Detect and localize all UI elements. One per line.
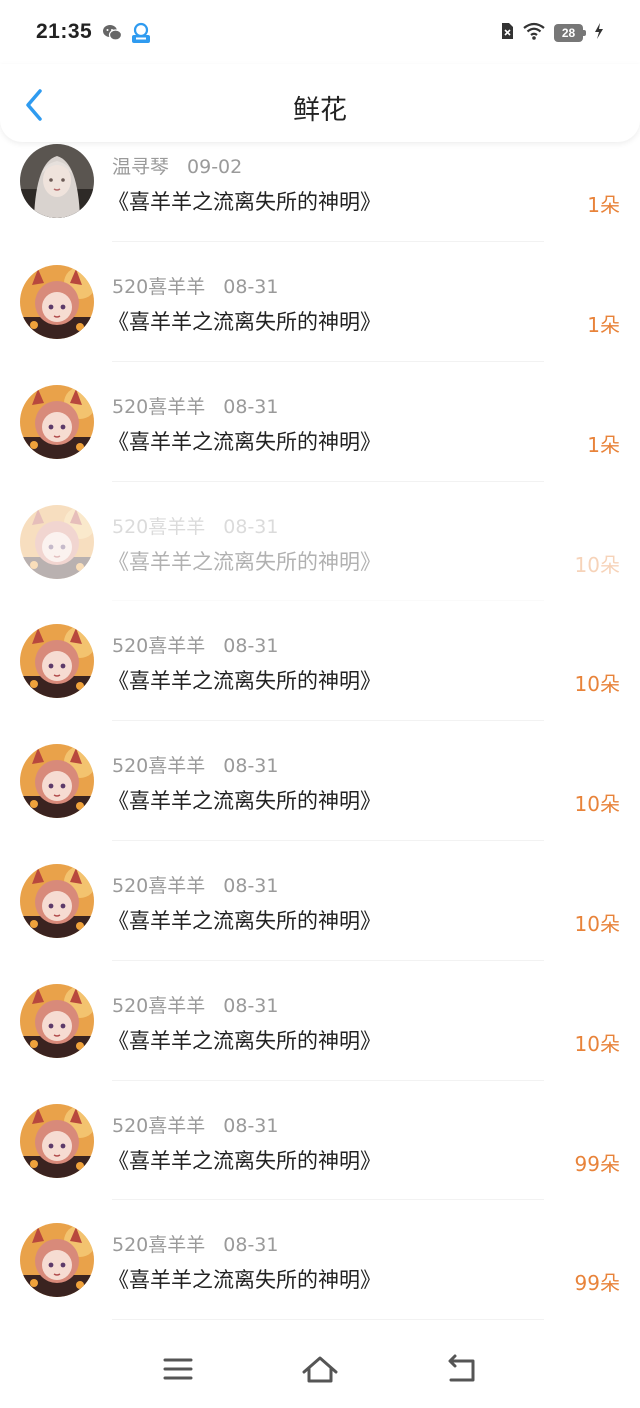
date: 09-02 bbox=[187, 156, 243, 178]
list-item[interactable]: 520喜羊羊 08-31 《喜羊羊之流离失所的神明》 10朵 bbox=[0, 601, 640, 721]
date: 08-31 bbox=[223, 1114, 279, 1137]
username: 温寻琴 bbox=[112, 156, 170, 178]
flower-amount: 1朵 bbox=[587, 432, 620, 457]
username: 520喜羊羊 bbox=[112, 635, 206, 658]
flower-amount: 99朵 bbox=[574, 1151, 620, 1176]
flower-amount: 10朵 bbox=[574, 911, 620, 936]
book-title: 《喜羊羊之流离失所的神明》 bbox=[108, 429, 381, 454]
avatar[interactable] bbox=[20, 265, 94, 339]
system-nav-bar bbox=[0, 1340, 640, 1408]
battery-level: 28 bbox=[554, 24, 583, 42]
back-nav-button[interactable] bbox=[442, 1352, 482, 1386]
list-item[interactable]: 520喜羊羊 08-31 《喜羊羊之流离失所的神明》 10朵 bbox=[0, 721, 640, 841]
back-icon bbox=[448, 1354, 475, 1382]
list-item[interactable]: 520喜羊羊 08-31 《喜羊羊之流离失所的神明》 1朵 bbox=[0, 362, 640, 482]
date: 08-31 bbox=[223, 635, 279, 658]
date: 08-31 bbox=[223, 276, 279, 298]
date: 08-31 bbox=[223, 395, 279, 418]
battery-icon: 28 bbox=[554, 24, 586, 42]
home-icon bbox=[302, 1356, 338, 1383]
book-title: 《喜羊羊之流离失所的神明》 bbox=[108, 1268, 381, 1293]
charging-icon bbox=[594, 22, 604, 44]
username: 520喜羊羊 bbox=[112, 994, 206, 1017]
home-button[interactable] bbox=[300, 1352, 340, 1386]
list-item[interactable]: 520喜羊羊 08-31 《喜羊羊之流离失所的神明》 10朵 bbox=[0, 961, 640, 1081]
date: 08-31 bbox=[223, 994, 279, 1017]
avatar[interactable] bbox=[20, 624, 94, 699]
book-title: 《喜羊羊之流离失所的神明》 bbox=[108, 908, 381, 933]
menu-icon bbox=[163, 1358, 193, 1380]
username: 520喜羊羊 bbox=[112, 395, 206, 418]
list-item[interactable]: 520喜羊羊 08-31 《喜羊羊之流离失所的神明》 99朵 bbox=[0, 1081, 640, 1201]
date: 08-31 bbox=[223, 874, 279, 897]
book-title: 《喜羊羊之流离失所的神明》 bbox=[108, 310, 381, 334]
flower-amount: 10朵 bbox=[574, 792, 620, 817]
book-title: 《喜羊羊之流离失所的神明》 bbox=[108, 789, 381, 814]
flower-amount: 10朵 bbox=[574, 672, 620, 697]
flower-record-list: 温寻琴 09-02 《喜羊羊之流离失所的神明》 1朵 520喜羊羊 08-31 《喜… bbox=[0, 142, 640, 1320]
menu-button[interactable] bbox=[158, 1352, 198, 1386]
list-item[interactable]: 520喜羊羊 08-31 《喜羊羊之流离失所的神明》 10朵 bbox=[0, 482, 640, 602]
username: 520喜羊羊 bbox=[112, 515, 206, 538]
list-item[interactable]: 520喜羊羊 08-31 《喜羊羊之流离失所的神明》 99朵 bbox=[0, 1200, 640, 1320]
avatar[interactable] bbox=[20, 983, 94, 1058]
list-item[interactable]: 520喜羊羊 08-31 《喜羊羊之流离失所的神明》 1朵 bbox=[0, 242, 640, 362]
username: 520喜羊羊 bbox=[112, 1114, 206, 1137]
date: 08-31 bbox=[223, 755, 279, 778]
username: 520喜羊羊 bbox=[112, 276, 206, 298]
flower-amount: 1朵 bbox=[587, 193, 620, 217]
avatar[interactable] bbox=[20, 863, 94, 938]
list-item[interactable]: 520喜羊羊 08-31 《喜羊羊之流离失所的神明》 10朵 bbox=[0, 841, 640, 961]
avatar[interactable] bbox=[20, 744, 94, 819]
avatar[interactable] bbox=[20, 384, 94, 459]
app-notification-icon bbox=[130, 22, 152, 48]
wechat-icon bbox=[102, 24, 123, 46]
flower-amount: 10朵 bbox=[574, 552, 620, 577]
app-header: 鲜花 bbox=[0, 64, 640, 142]
book-title: 《喜羊羊之流离失所的神明》 bbox=[108, 549, 381, 574]
book-title: 《喜羊羊之流离失所的神明》 bbox=[108, 190, 381, 214]
status-time: 21:35 bbox=[36, 20, 93, 43]
username: 520喜羊羊 bbox=[112, 874, 206, 897]
date: 08-31 bbox=[223, 1234, 279, 1257]
username: 520喜羊羊 bbox=[112, 1234, 206, 1257]
username: 520喜羊羊 bbox=[112, 755, 206, 778]
date: 08-31 bbox=[223, 515, 279, 538]
list-item[interactable]: 温寻琴 09-02 《喜羊羊之流离失所的神明》 1朵 bbox=[0, 142, 640, 242]
avatar[interactable] bbox=[20, 1223, 94, 1298]
page-title: 鲜花 bbox=[293, 95, 347, 126]
avatar[interactable] bbox=[20, 1103, 94, 1178]
book-title: 《喜羊羊之流离失所的神明》 bbox=[108, 1148, 381, 1173]
wifi-icon bbox=[522, 22, 546, 44]
flower-amount: 99朵 bbox=[574, 1271, 620, 1296]
sim-off-icon bbox=[500, 22, 514, 44]
book-title: 《喜羊羊之流离失所的神明》 bbox=[108, 1028, 381, 1053]
flower-amount: 10朵 bbox=[574, 1031, 620, 1056]
avatar[interactable] bbox=[20, 144, 94, 218]
book-title: 《喜羊羊之流离失所的神明》 bbox=[108, 669, 381, 694]
flower-amount: 1朵 bbox=[587, 313, 620, 337]
avatar[interactable] bbox=[20, 504, 94, 579]
status-bar: 21:35 28 bbox=[0, 0, 640, 64]
